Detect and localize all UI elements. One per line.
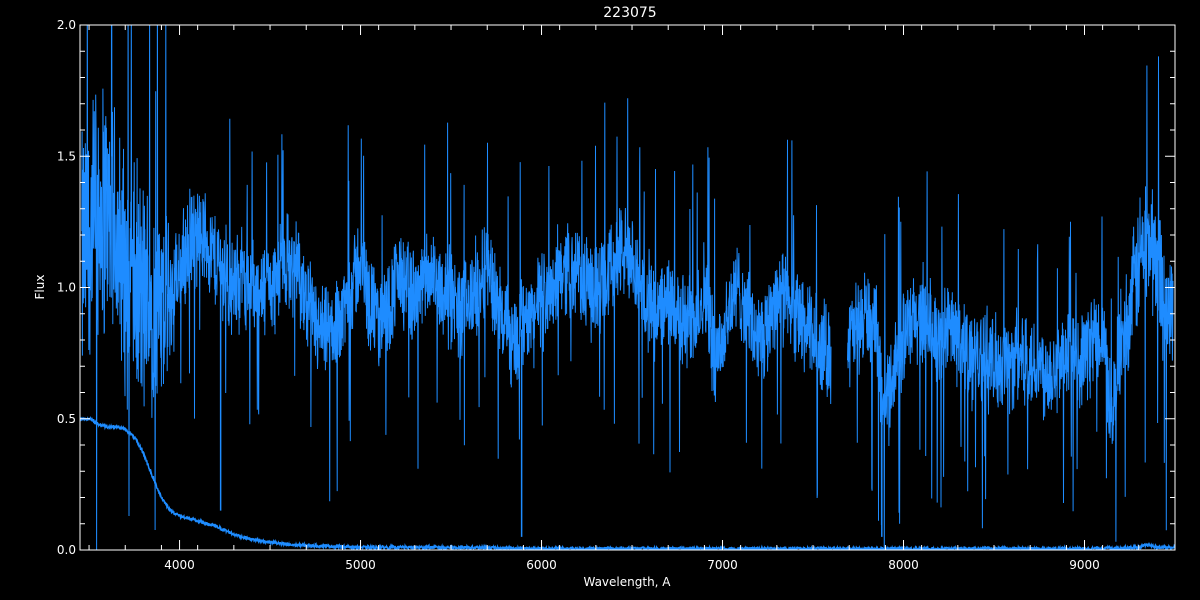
chart-title: 223075: [603, 5, 656, 21]
y-tick-label: 0.0: [57, 543, 76, 557]
y-tick-label: 1.5: [57, 149, 76, 163]
x-tick-label: 9000: [1069, 558, 1100, 572]
x-tick-label: 4000: [164, 558, 195, 572]
y-tick-label: 0.5: [57, 412, 76, 426]
y-tick-label: 2.0: [57, 18, 76, 32]
spectrum-chart: 223075 Flux Wavelength, A 4000 5000 6000 70…: [0, 0, 1200, 600]
x-tick-label: 7000: [707, 558, 738, 572]
x-tick-label: 8000: [888, 558, 919, 572]
x-tick-label: 6000: [526, 558, 557, 572]
y-tick-label: 1.0: [57, 281, 76, 295]
x-tick-label: 5000: [345, 558, 376, 572]
y-axis-label: Flux: [33, 275, 47, 300]
x-axis-label: Wavelength, A: [583, 575, 671, 589]
